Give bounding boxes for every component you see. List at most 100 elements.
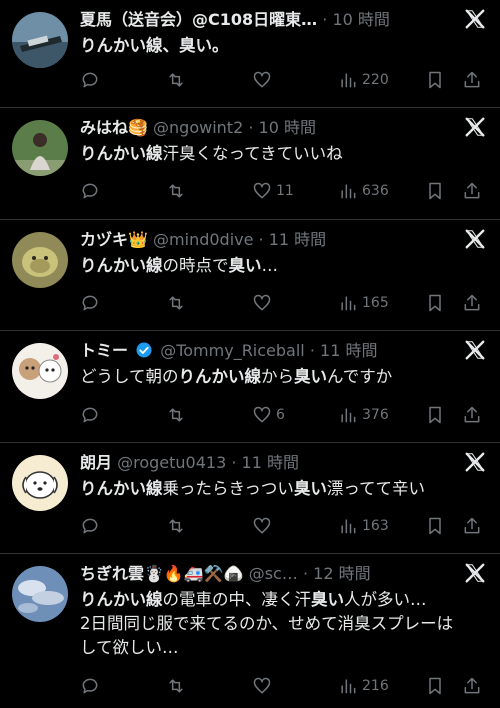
retweet-button[interactable] bbox=[166, 674, 190, 698]
retweet-button[interactable] bbox=[166, 68, 190, 92]
tweet[interactable]: カヅキ👑 @mind0dive · 11 時間 りんかい線の時点で臭い… 165 bbox=[0, 220, 500, 331]
illustration-avatar[interactable] bbox=[12, 343, 68, 399]
verified-badge-icon bbox=[136, 342, 152, 358]
reply-icon bbox=[82, 678, 98, 694]
reply-button[interactable] bbox=[80, 674, 104, 698]
bookmark-button[interactable] bbox=[425, 291, 445, 315]
reply-icon bbox=[82, 518, 98, 534]
heart-icon bbox=[253, 677, 271, 694]
share-button[interactable] bbox=[462, 179, 482, 203]
views-button[interactable]: 376 bbox=[338, 403, 389, 427]
tweet-text: りんかい線汗臭くなってきていいね bbox=[80, 142, 482, 166]
tweet[interactable]: ちぎれ雲☃️🔥🚑⚒️🍙 @sc… · 12 時間 りんかい線の電車の中、凄く汗臭… bbox=[0, 554, 500, 708]
bookmark-icon bbox=[429, 517, 441, 535]
text-segment: の電車の中、凄く汗 bbox=[162, 590, 312, 609]
bookmark-button[interactable] bbox=[425, 403, 445, 427]
x-logo-icon bbox=[465, 563, 485, 583]
person-photo-avatar[interactable] bbox=[12, 120, 68, 176]
views-chart-icon bbox=[341, 73, 356, 88]
like-button[interactable]: 6 bbox=[252, 403, 285, 427]
timestamp[interactable]: 10 時間 bbox=[332, 10, 389, 29]
tweet[interactable]: 朗月 @rogetu0413 · 11 時間 りんかい線乗ったらきっつい臭い漂っ… bbox=[0, 443, 500, 554]
share-button[interactable] bbox=[462, 68, 482, 92]
like-button[interactable]: 11 bbox=[252, 179, 294, 203]
bookmark-icon bbox=[429, 677, 441, 695]
user-handle[interactable]: @mind0dive bbox=[153, 230, 253, 249]
views-chart-icon bbox=[341, 519, 356, 534]
reply-button[interactable] bbox=[80, 68, 104, 92]
action-bar: 216 bbox=[80, 674, 488, 698]
reply-button[interactable] bbox=[80, 291, 104, 315]
like-button[interactable] bbox=[252, 68, 276, 92]
share-button[interactable] bbox=[462, 291, 482, 315]
text-segment: 漂ってて辛い bbox=[326, 479, 426, 498]
timestamp[interactable]: 12 時間 bbox=[313, 564, 370, 583]
timestamp[interactable]: 11 時間 bbox=[269, 230, 326, 249]
dog-illustration-avatar[interactable] bbox=[12, 455, 68, 511]
share-button[interactable] bbox=[462, 403, 482, 427]
view-count: 636 bbox=[362, 183, 389, 199]
retweet-button[interactable] bbox=[166, 291, 190, 315]
reply-button[interactable] bbox=[80, 514, 104, 538]
views-button[interactable]: 220 bbox=[338, 68, 389, 92]
user-handle[interactable]: @Tommy_Riceball bbox=[160, 341, 305, 360]
share-button[interactable] bbox=[462, 674, 482, 698]
like-button[interactable] bbox=[252, 291, 276, 315]
like-button[interactable] bbox=[252, 674, 276, 698]
bookmark-button[interactable] bbox=[425, 674, 445, 698]
retweet-button[interactable] bbox=[166, 514, 190, 538]
views-button[interactable]: 216 bbox=[338, 674, 389, 698]
reply-icon bbox=[82, 183, 98, 199]
retweet-icon bbox=[169, 519, 183, 533]
ship-photo-avatar[interactable] bbox=[12, 12, 68, 68]
action-bar: 165 bbox=[80, 291, 488, 315]
sky-photo-avatar[interactable] bbox=[12, 566, 68, 622]
timestamp[interactable]: 11 時間 bbox=[242, 453, 299, 472]
user-handle[interactable]: @sc… bbox=[249, 564, 298, 583]
timestamp[interactable]: 10 時間 bbox=[259, 118, 316, 137]
display-name[interactable]: 朗月 bbox=[80, 453, 112, 472]
heart-icon bbox=[253, 517, 271, 534]
x-logo-icon bbox=[465, 452, 485, 472]
heart-icon bbox=[253, 182, 271, 199]
tweet[interactable]: 夏馬（送音会）@C108日曜東… · 10 時間 りんかい線、臭い。 220 bbox=[0, 0, 500, 108]
retweet-button[interactable] bbox=[166, 179, 190, 203]
display-name[interactable]: カヅキ👑 bbox=[80, 230, 148, 249]
heart-icon bbox=[253, 294, 271, 311]
reply-button[interactable] bbox=[80, 179, 104, 203]
views-button[interactable]: 636 bbox=[338, 179, 389, 203]
views-button[interactable]: 165 bbox=[338, 291, 389, 315]
share-button[interactable] bbox=[462, 514, 482, 538]
user-handle[interactable]: @rogetu0413 bbox=[117, 453, 226, 472]
bookmark-button[interactable] bbox=[425, 179, 445, 203]
display-name[interactable]: 夏馬（送音会）@C108日曜東… bbox=[80, 10, 317, 29]
text-segment: の時点で bbox=[162, 256, 229, 275]
like-button[interactable] bbox=[252, 514, 276, 538]
timestamp[interactable]: 11 時間 bbox=[320, 341, 377, 360]
display-name[interactable]: トミー bbox=[80, 341, 128, 360]
retweet-icon bbox=[169, 296, 183, 310]
bookmark-button[interactable] bbox=[425, 514, 445, 538]
retweet-icon bbox=[169, 679, 183, 693]
highlighted-text: 臭い bbox=[228, 256, 262, 275]
separator-dot: · bbox=[322, 10, 328, 29]
bookmark-button[interactable] bbox=[425, 68, 445, 92]
views-button[interactable]: 163 bbox=[338, 514, 389, 538]
display-name[interactable]: みはね🥞 bbox=[80, 118, 148, 137]
tweet-header: ちぎれ雲☃️🔥🚑⚒️🍙 @sc… · 12 時間 bbox=[80, 562, 440, 586]
highlighted-text: 臭い bbox=[294, 367, 328, 386]
tweet[interactable]: トミー @Tommy_Riceball · 11 時間 どうして朝のりんかい線か… bbox=[0, 331, 500, 443]
display-name[interactable]: ちぎれ雲☃️🔥🚑⚒️🍙 bbox=[80, 564, 244, 583]
reply-icon bbox=[82, 407, 98, 423]
animal-photo-avatar[interactable] bbox=[12, 232, 68, 288]
action-bar: 11 636 bbox=[80, 179, 488, 203]
tweet-text: りんかい線、臭い。 bbox=[80, 34, 482, 58]
x-logo-icon bbox=[465, 340, 485, 360]
reply-button[interactable] bbox=[80, 403, 104, 427]
user-handle[interactable]: @ngowint2 bbox=[153, 118, 243, 137]
timeline-feed: 夏馬（送音会）@C108日曜東… · 10 時間 りんかい線、臭い。 220 み… bbox=[0, 0, 500, 708]
retweet-button[interactable] bbox=[166, 403, 190, 427]
bookmark-icon bbox=[429, 182, 441, 200]
tweet-header: みはね🥞 @ngowint2 · 10 時間 bbox=[80, 116, 440, 140]
tweet[interactable]: みはね🥞 @ngowint2 · 10 時間 りんかい線汗臭くなってきていいね … bbox=[0, 108, 500, 220]
